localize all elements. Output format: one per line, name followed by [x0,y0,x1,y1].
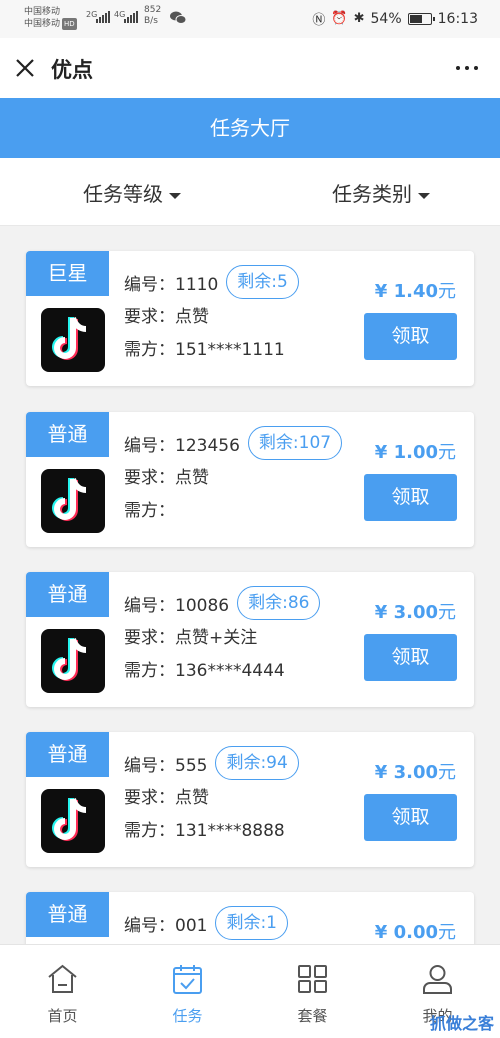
filter-task-level[interactable]: 任务等级 [83,178,181,207]
claim-button[interactable]: 领取 [364,634,457,681]
task-level-tag: 普通 [26,732,109,777]
task-requirement: 要求：点赞 [124,468,209,488]
nav-bar: 优点 [0,38,500,98]
bottom-tab-bar: 首页 任务 套餐 我的 [0,944,500,1038]
page-title: 优点 [51,58,93,82]
close-icon[interactable] [14,57,36,79]
more-icon[interactable] [456,66,478,70]
filter-task-type[interactable]: 任务类别 [332,178,430,207]
task-id: 1110 [175,275,219,295]
task-id-row: 编号：10086 剩余:86 [124,586,321,623]
wechat-icon [170,11,186,24]
task-id-row: 编号：001 剩余:1 [124,906,288,943]
task-buyer: 需方： [124,501,175,521]
task-list[interactable]: 巨星 编号：1110 剩余:5 要求：点赞 需方：151****1111 ¥ 1.… [0,226,500,944]
watermark-logo: 抓做之客 [429,1014,494,1033]
task-price: ¥ 0.00元 [374,922,456,943]
tiktok-icon [41,789,105,853]
task-level-tag: 普通 [26,572,109,617]
task-id-row: 编号：123456 剩余:107 [124,426,343,463]
tab-task[interactable]: 任务 [125,945,250,1038]
remaining-badge: 剩余:5 [226,265,299,299]
tiktok-icon [41,629,105,693]
task-card: 巨星 编号：1110 剩余:5 要求：点赞 需方：151****1111 ¥ 1.… [26,251,474,386]
task-level-tag: 巨星 [26,251,109,296]
task-icon [173,965,202,994]
claim-button[interactable]: 领取 [364,313,457,360]
task-price: ¥ 1.00元 [374,442,456,463]
remaining-badge: 剩余:94 [215,746,299,780]
nfc-icon: Ⓝ [312,13,326,28]
battery-percent: 54% [370,10,402,27]
hd-badge: HD [62,18,77,30]
remaining-badge: 剩余:1 [215,906,288,940]
filter-bar: 任务等级 任务类别 [0,158,500,226]
bluetooth-icon: ✱ [353,11,365,26]
clock: 16:13 [437,10,478,27]
task-card: 普通 编号：555 剩余:94 要求：点赞 需方：131****8888 ¥ 3.… [26,732,474,867]
task-card: 普通 编号：10086 剩余:86 要求：点赞+关注 需方：136****4444… [26,572,474,707]
task-price: ¥ 3.00元 [374,762,456,783]
tab-home[interactable]: 首页 [0,945,125,1038]
home-icon [48,964,77,993]
task-price: ¥ 1.40元 [374,281,456,302]
task-id: 123456 [175,436,240,456]
remaining-badge: 剩余:86 [237,586,321,620]
task-price: ¥ 3.00元 [374,602,456,623]
alarm-icon: ⏰ [331,11,348,26]
tiktok-icon [41,469,105,533]
carrier-info: 中国移动 中国移动 HD [24,6,77,30]
task-level-tag: 普通 [26,412,109,457]
signal-icon [124,11,138,23]
carrier-1: 中国移动 [24,7,61,17]
caret-down-icon [169,192,181,199]
claim-button[interactable]: 领取 [364,474,457,521]
task-buyer: 需方：131****8888 [124,821,285,841]
task-id: 001 [175,916,208,936]
battery-icon [407,12,435,25]
tiktok-icon [41,308,105,372]
task-card: 普通 编号：123456 剩余:107 要求：点赞 需方： ¥ 1.00元 领取 [26,412,474,547]
task-buyer: 需方：136****4444 [124,661,285,681]
carrier-2: 中国移动 [24,19,61,29]
tab-package[interactable]: 套餐 [250,945,375,1038]
status-bar: 中国移动 中国移动 HD 2G 4G 852 B/s Ⓝ ⏰ ✱ 54% 16:1… [0,0,500,38]
section-header: 任务大厅 [0,98,500,158]
task-id-row: 编号：1110 剩余:5 [124,265,299,302]
task-level-tag: 普通 [26,892,109,937]
grid-icon [298,965,327,993]
claim-button[interactable]: 领取 [364,794,457,841]
status-right: Ⓝ ⏰ ✱ 54% 16:13 [312,9,478,29]
task-buyer: 需方：151****1111 [124,340,285,360]
caret-down-icon [418,192,430,199]
task-id: 555 [175,756,208,776]
remaining-badge: 剩余:107 [247,426,343,460]
net-speed: 852 B/s [144,5,162,26]
user-icon [423,965,452,994]
task-card: 普通 编号：001 剩余:1 ¥ 0.00元 [26,892,474,944]
task-requirement: 要求：点赞 [124,307,209,327]
task-id-row: 编号：555 剩余:94 [124,746,299,783]
task-id: 10086 [175,596,230,616]
task-requirement: 要求：点赞 [124,788,209,808]
signal-icon [96,11,110,23]
task-requirement: 要求：点赞+关注 [124,628,258,648]
